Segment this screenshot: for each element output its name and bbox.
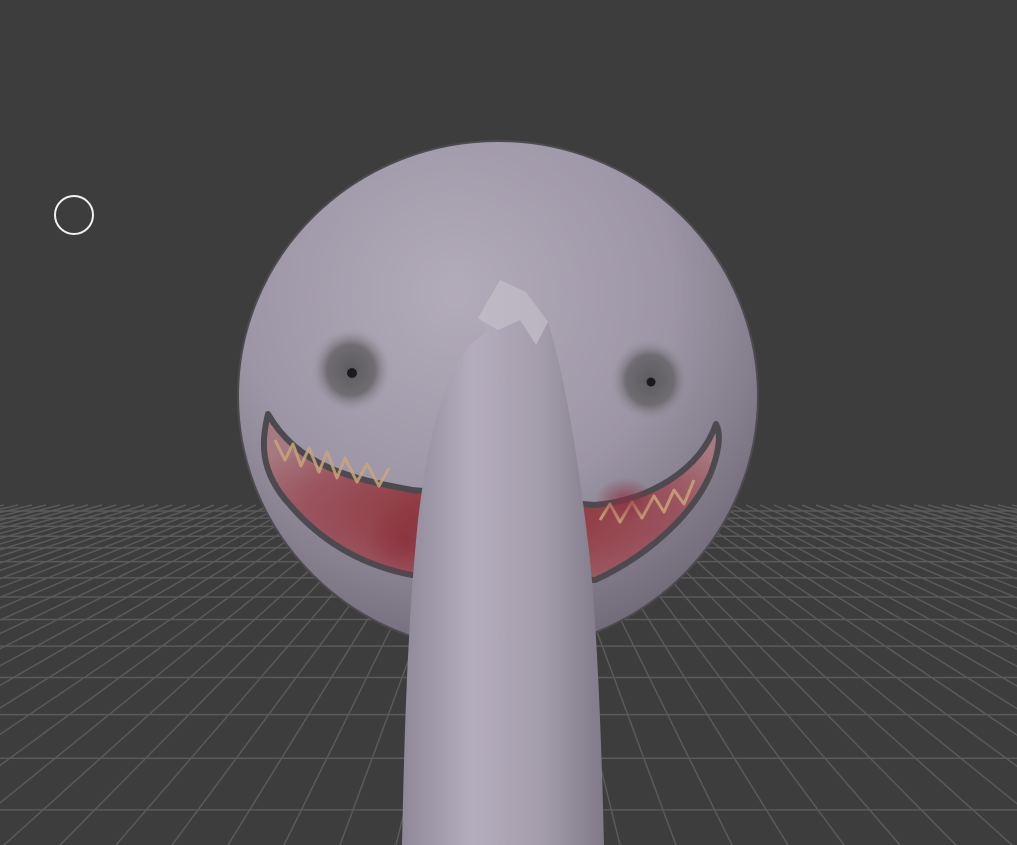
grid-line-depth: [0, 504, 159, 557]
grid-line-depth: [927, 504, 1017, 530]
grid-line-depth: [0, 504, 61, 521]
grid-line-depth: [0, 504, 341, 736]
right-pupil: [646, 377, 656, 387]
grid-line-depth: [773, 504, 1017, 610]
grid-line-depth: [0, 504, 33, 514]
grid-line-depth: [717, 504, 1017, 668]
grid-line-depth: [0, 504, 243, 609]
grid-line-depth: [675, 504, 1017, 736]
grid-line-depth: [955, 504, 1017, 522]
left-pupil: [347, 368, 357, 378]
blush-right: [595, 478, 655, 522]
grid-line-depth: [0, 504, 257, 621]
grid-line-depth: [983, 504, 1017, 514]
circle-brush-cursor-icon: [54, 195, 94, 235]
grid-line-depth: [0, 504, 89, 530]
grid-line-depth: [0, 504, 201, 580]
grid-line-depth: [0, 504, 173, 564]
3d-viewport[interactable]: [0, 0, 1017, 845]
grid-line-depth: [913, 504, 1017, 535]
grid-line-depth: [843, 504, 1017, 565]
grid-line-depth: [0, 504, 299, 667]
grid-line-depth: [815, 504, 1017, 580]
viewport-scene[interactable]: [0, 0, 1017, 845]
grid-line-depth: [759, 504, 1017, 622]
